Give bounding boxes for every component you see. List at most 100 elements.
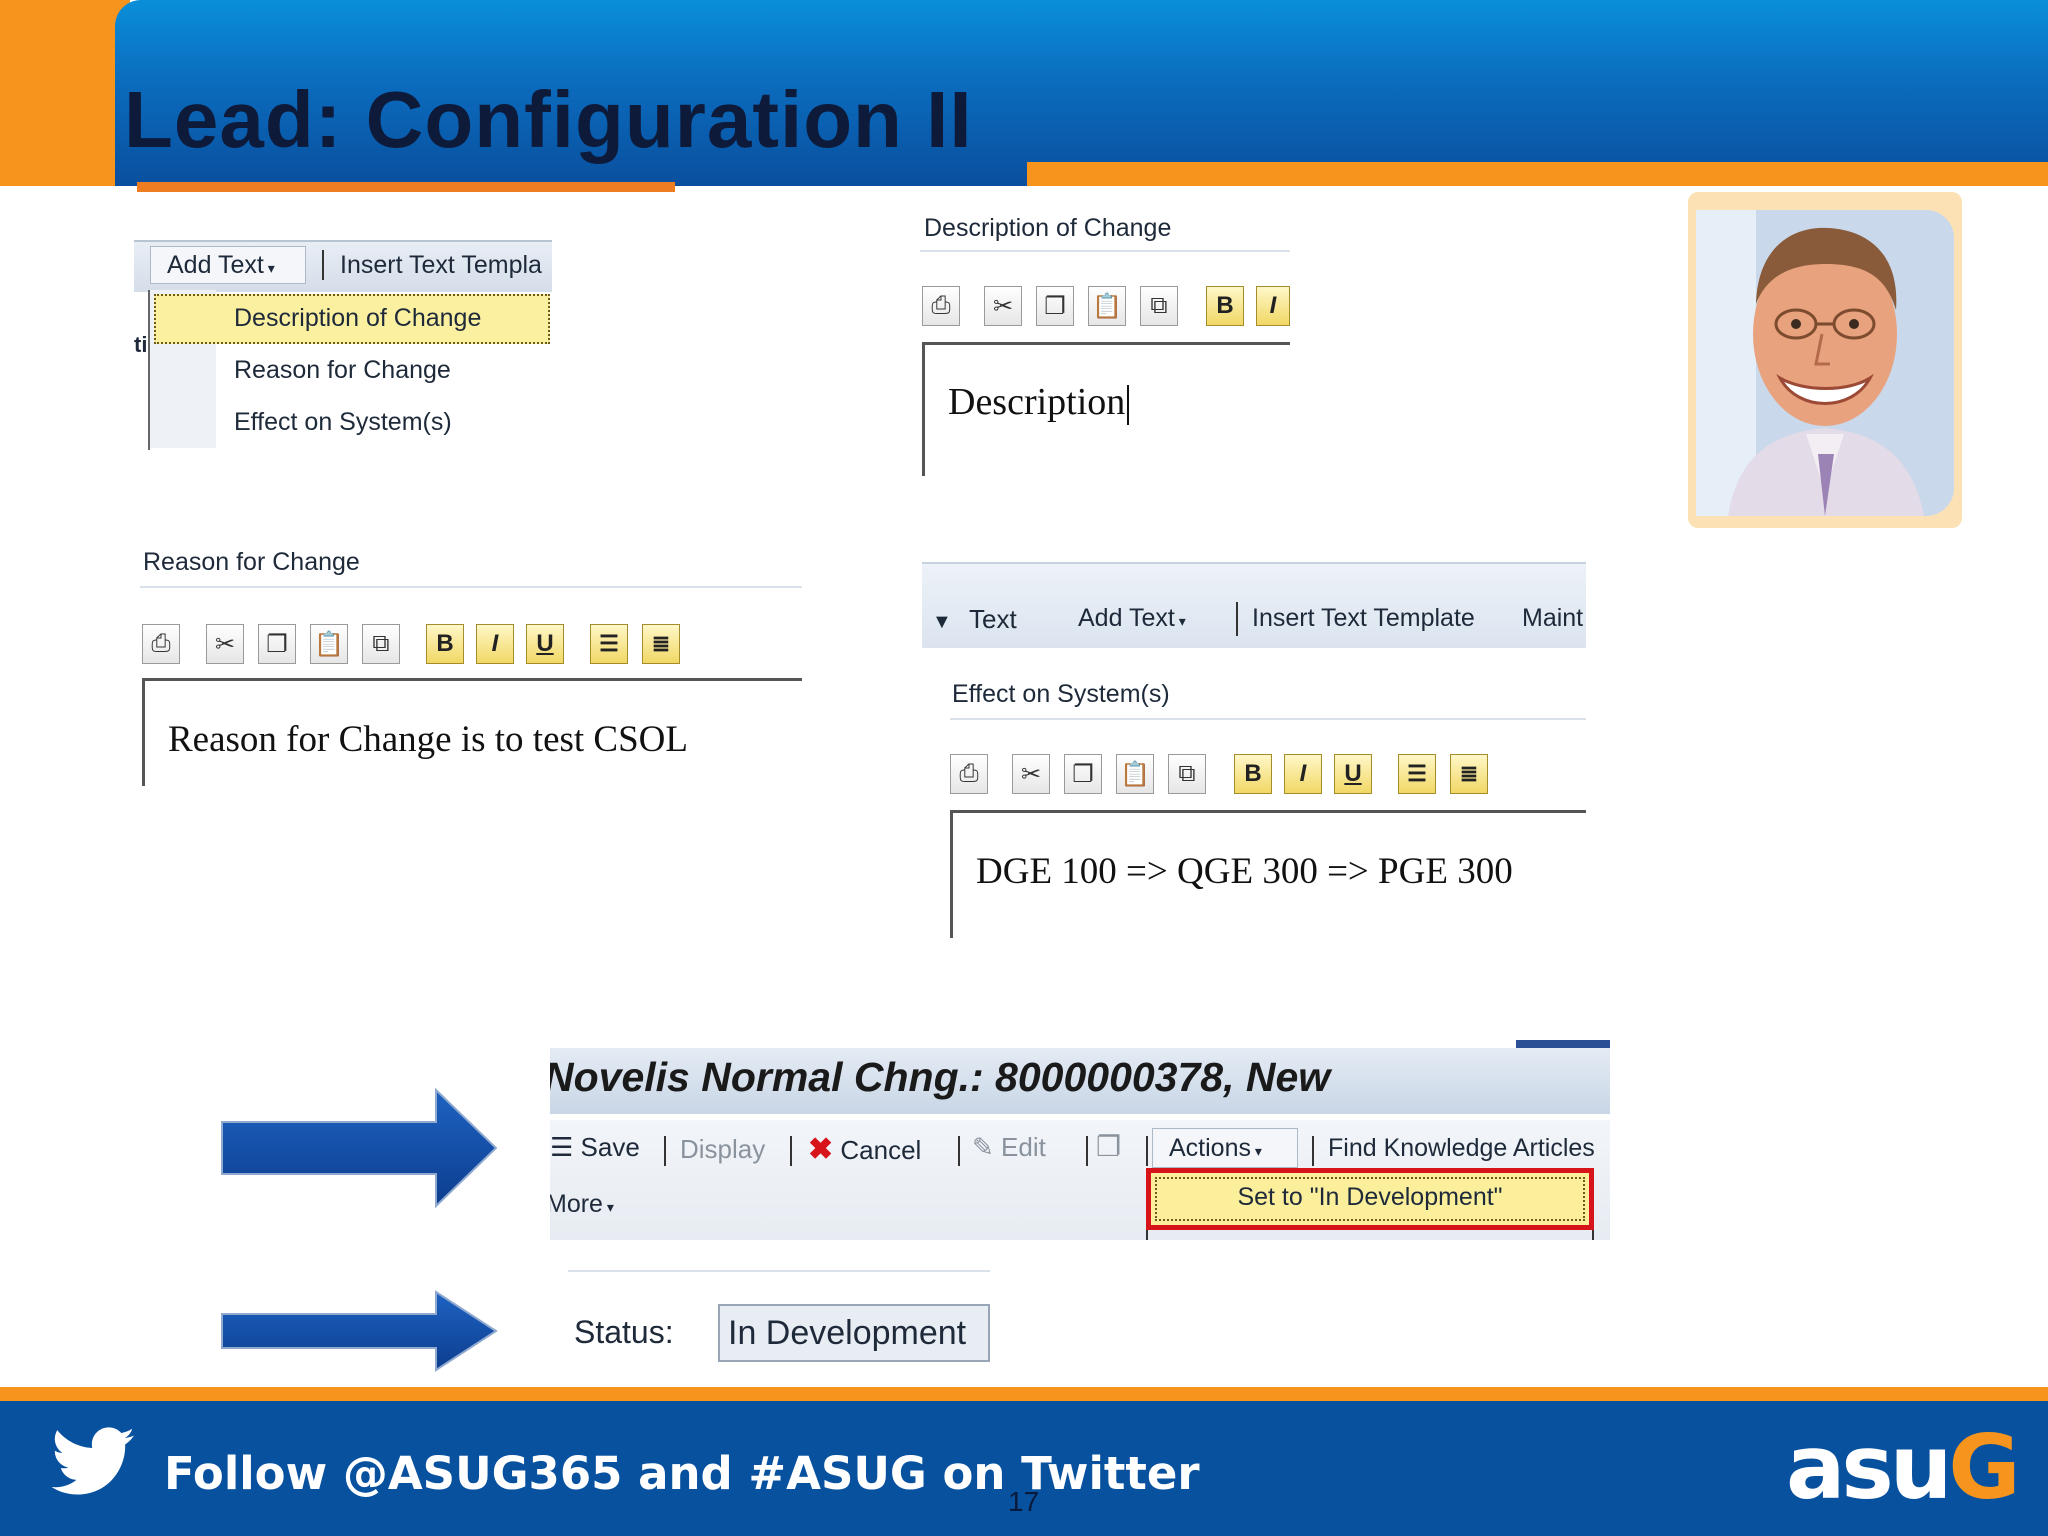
insert-text-template-button[interactable]: Insert Text Template bbox=[1252, 604, 1475, 633]
paste-special-button[interactable]: ⧉ bbox=[1140, 286, 1178, 326]
edit-button[interactable]: ✎ Edit bbox=[972, 1132, 1046, 1163]
page-number: 17 bbox=[1008, 1486, 1040, 1517]
cut-button[interactable]: ✂ bbox=[206, 624, 244, 664]
status-label: Status: bbox=[574, 1314, 674, 1350]
add-text-button[interactable]: Add Text ▾ bbox=[150, 246, 306, 284]
actions-button[interactable]: Actions ▾ bbox=[1152, 1128, 1298, 1168]
left-border bbox=[148, 290, 150, 450]
copy-button[interactable]: ❐ bbox=[1064, 754, 1102, 794]
align-left-button[interactable]: ☰ bbox=[1398, 754, 1436, 794]
change-document-panel: Novelis Normal Chng.: 8000000378, New ☰ … bbox=[550, 1040, 1612, 1240]
align-left-icon: ☰ bbox=[1407, 761, 1427, 786]
title-bar-accent bbox=[1516, 1040, 1610, 1048]
text-tab[interactable]: ▼ Text bbox=[932, 604, 1017, 635]
paste-special-icon: ⧉ bbox=[1150, 292, 1168, 319]
cut-icon: ✂ bbox=[214, 630, 236, 658]
bold-button[interactable]: B bbox=[1234, 754, 1272, 794]
header-orange-band bbox=[0, 0, 130, 186]
arrow-right-icon bbox=[221, 1290, 498, 1372]
add-text-label: Add Text bbox=[167, 251, 264, 279]
copy-icon: ❐ bbox=[266, 630, 288, 658]
cut-icon: ✂ bbox=[992, 292, 1014, 320]
text-area-top-border bbox=[142, 678, 802, 681]
justify-button[interactable]: ≣ bbox=[642, 624, 680, 664]
text-area-left-border bbox=[922, 342, 925, 476]
more-button[interactable]: More ▾ bbox=[550, 1190, 614, 1219]
paste-button[interactable]: 📋 bbox=[1088, 286, 1126, 326]
underline-icon: U bbox=[536, 630, 554, 657]
status-section-rule bbox=[568, 1270, 990, 1272]
reason-heading: Reason for Change bbox=[143, 548, 360, 576]
set-in-development-menu-item[interactable]: Set to "In Development" bbox=[1146, 1168, 1594, 1230]
heading-rule bbox=[140, 586, 802, 588]
paste-icon: 📋 bbox=[1092, 292, 1122, 320]
header-orange-strip bbox=[1027, 162, 2048, 186]
copy-button[interactable]: ❐ bbox=[258, 624, 296, 664]
actions-label: Actions bbox=[1169, 1134, 1251, 1162]
display-button[interactable]: Display bbox=[680, 1134, 765, 1165]
cut-button[interactable]: ✂ bbox=[984, 286, 1022, 326]
description-text[interactable]: Description bbox=[948, 380, 1130, 426]
save-icon: ☰ bbox=[550, 1132, 574, 1162]
paste-button[interactable]: 📋 bbox=[310, 624, 348, 664]
toolbar-separator bbox=[1146, 1136, 1148, 1166]
italic-icon: I bbox=[491, 630, 499, 657]
dropdown-arrow-icon: ▾ bbox=[1250, 1143, 1262, 1159]
edit-icon: ✎ bbox=[972, 1132, 994, 1162]
copy-document-button[interactable]: ❐ bbox=[1096, 1130, 1121, 1163]
arrow-right-icon bbox=[221, 1087, 498, 1209]
maint-button[interactable]: Maint bbox=[1522, 604, 1586, 633]
cut-button[interactable]: ✂ bbox=[1012, 754, 1050, 794]
underline-button[interactable]: U bbox=[1334, 754, 1372, 794]
justify-icon: ≣ bbox=[651, 631, 671, 656]
text-area-top-border bbox=[922, 342, 1290, 345]
edit-label: Edit bbox=[1001, 1132, 1046, 1162]
italic-icon: I bbox=[1299, 760, 1307, 787]
bold-button[interactable]: B bbox=[1206, 286, 1244, 326]
insert-text-template-button[interactable]: Insert Text Templa bbox=[340, 251, 552, 280]
bold-button[interactable]: B bbox=[426, 624, 464, 664]
paste-special-button[interactable]: ⧉ bbox=[362, 624, 400, 664]
print-button[interactable]: ⎙ bbox=[950, 754, 988, 794]
print-icon: ⎙ bbox=[959, 760, 979, 787]
italic-icon: I bbox=[1269, 292, 1277, 319]
status-field[interactable]: In Development bbox=[718, 1304, 990, 1362]
paste-special-icon: ⧉ bbox=[1178, 760, 1196, 787]
print-icon: ⎙ bbox=[151, 630, 171, 657]
italic-button[interactable]: I bbox=[1284, 754, 1322, 794]
dropdown-arrow-icon: ▾ bbox=[602, 1199, 614, 1215]
find-knowledge-articles-button[interactable]: Find Knowledge Articles bbox=[1328, 1134, 1595, 1163]
italic-button[interactable]: I bbox=[476, 624, 514, 664]
underline-icon: U bbox=[1344, 760, 1362, 787]
justify-button[interactable]: ≣ bbox=[1450, 754, 1488, 794]
align-left-button[interactable]: ☰ bbox=[590, 624, 628, 664]
paste-button[interactable]: 📋 bbox=[1116, 754, 1154, 794]
dropdown-arrow-icon: ▾ bbox=[1174, 613, 1186, 629]
logo-text: asu bbox=[1786, 1416, 1952, 1519]
paste-special-button[interactable]: ⧉ bbox=[1168, 754, 1206, 794]
print-icon: ⎙ bbox=[931, 292, 951, 319]
cancel-button[interactable]: ✖ Cancel bbox=[808, 1132, 921, 1167]
menu-item-reason-for-change[interactable]: Reason for Change bbox=[234, 356, 451, 385]
print-button[interactable]: ⎙ bbox=[922, 286, 960, 326]
collapse-triangle-icon: ▼ bbox=[932, 611, 952, 633]
italic-button[interactable]: I bbox=[1256, 286, 1290, 326]
copy-button[interactable]: ❐ bbox=[1036, 286, 1074, 326]
print-button[interactable]: ⎙ bbox=[142, 624, 180, 664]
dropdown-arrow-icon: ▾ bbox=[263, 260, 275, 276]
paste-icon: 📋 bbox=[314, 630, 344, 658]
add-text-button[interactable]: Add Text ▾ bbox=[1078, 604, 1186, 633]
toolbar-separator bbox=[664, 1136, 666, 1166]
logo-accent: G bbox=[1948, 1416, 2020, 1519]
menu-item-effect-on-systems[interactable]: Effect on System(s) bbox=[234, 408, 452, 437]
save-button[interactable]: ☰ Save bbox=[550, 1132, 640, 1163]
justify-icon: ≣ bbox=[1459, 761, 1479, 786]
change-document-title: Novelis Normal Chng.: 8000000378, New bbox=[550, 1054, 1331, 1100]
presenter-photo bbox=[1688, 192, 1962, 528]
footer-orange-strip bbox=[0, 1387, 2048, 1401]
effect-text[interactable]: DGE 100 => QGE 300 => PGE 300 bbox=[976, 850, 1513, 893]
twitter-bird-icon bbox=[52, 1427, 135, 1495]
underline-button[interactable]: U bbox=[526, 624, 564, 664]
reason-text[interactable]: Reason for Change is to test CSOL bbox=[168, 718, 688, 761]
toolbar-separator bbox=[322, 250, 324, 280]
